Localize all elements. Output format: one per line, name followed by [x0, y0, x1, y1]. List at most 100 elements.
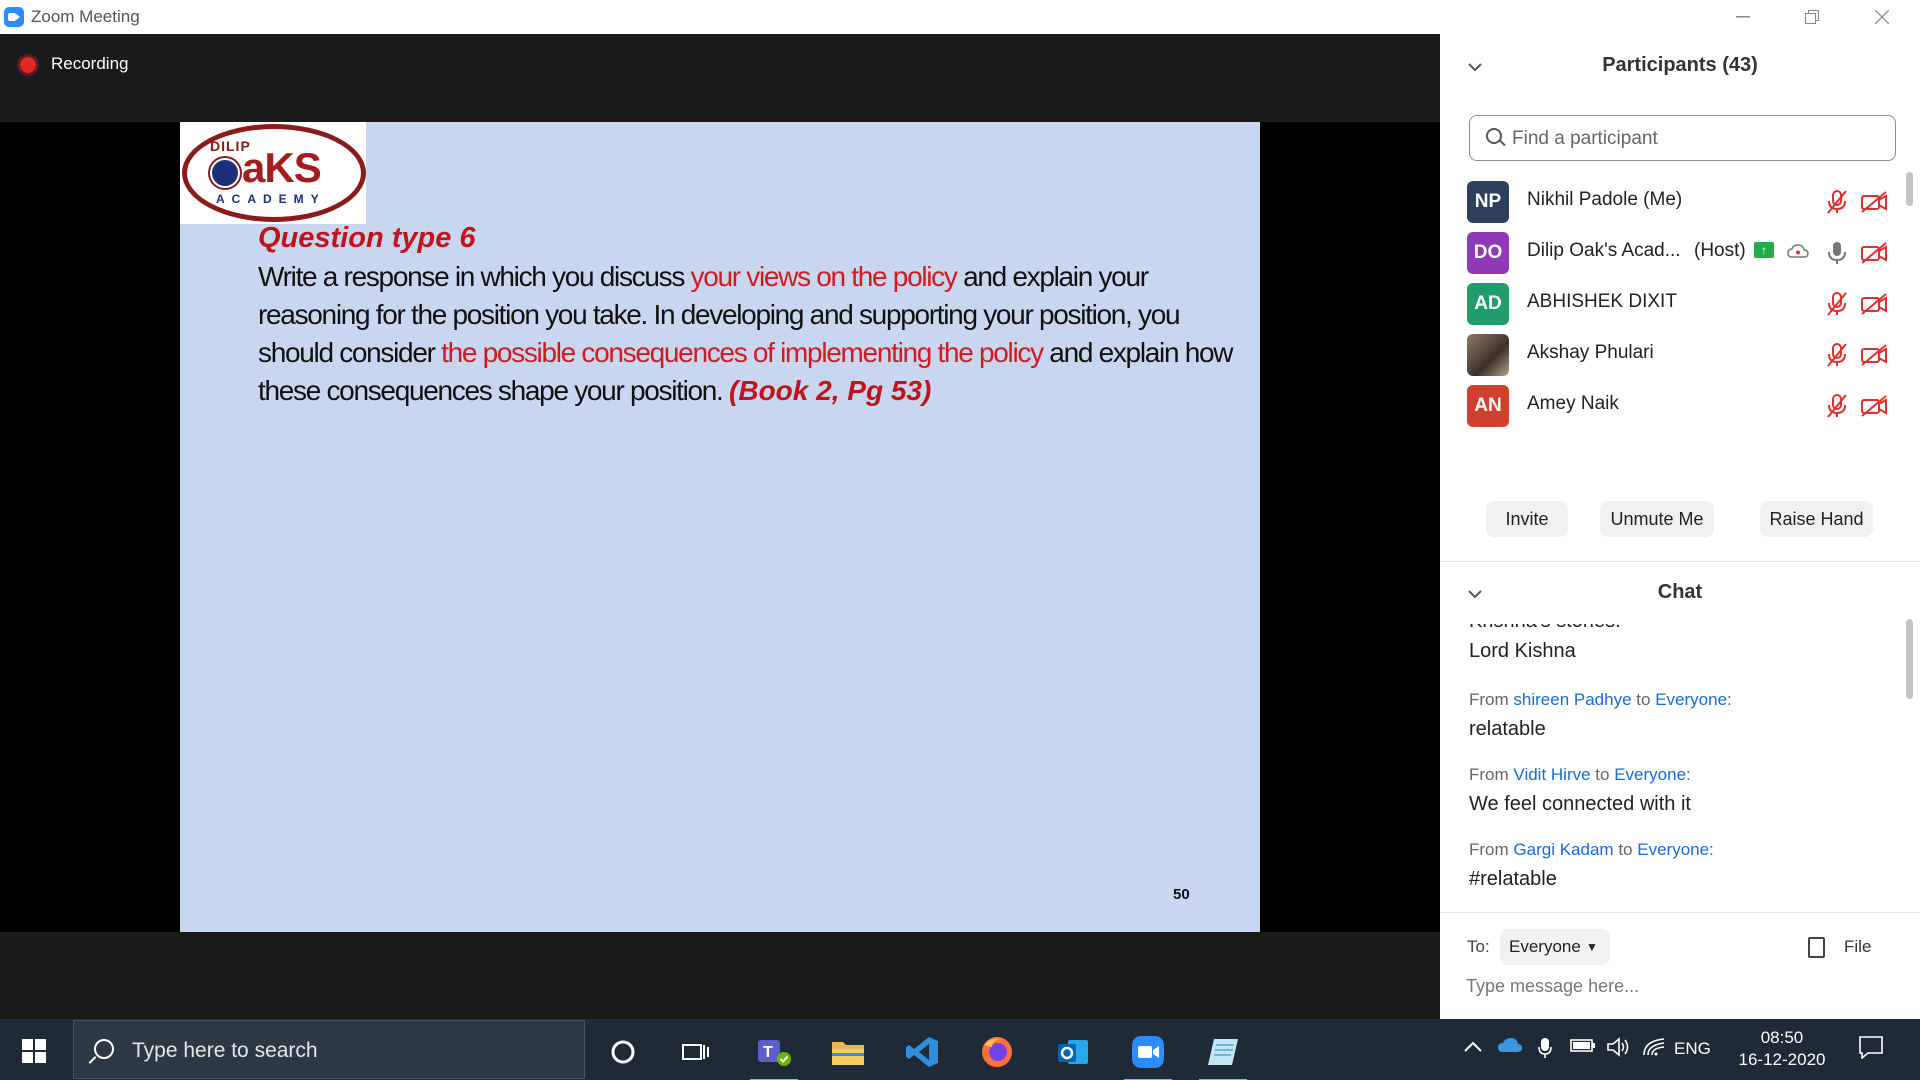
windows-logo-icon	[22, 1039, 33, 1050]
slide-question-title: Question type 6	[258, 222, 476, 254]
cortana-button[interactable]	[594, 1027, 652, 1077]
chat-recipient[interactable]: Everyone:	[1655, 690, 1732, 709]
mic-muted-icon[interactable]	[1826, 342, 1848, 368]
cortana-icon	[611, 1040, 635, 1064]
sharing-screen-icon: ↑	[1754, 242, 1774, 258]
host-badge: (Host)	[1694, 240, 1746, 261]
invite-button[interactable]: Invite	[1486, 501, 1568, 537]
avatar: DO	[1467, 232, 1509, 274]
onedrive-icon	[1498, 1038, 1522, 1052]
close-icon	[1875, 10, 1889, 24]
video-off-icon[interactable]	[1860, 242, 1888, 264]
vscode-button[interactable]	[893, 1027, 951, 1077]
chat-message-body: relatable	[1469, 718, 1546, 740]
avatar: NP	[1467, 181, 1509, 223]
recipient-value: Everyone	[1509, 937, 1581, 956]
action-center-button[interactable]	[1858, 1035, 1884, 1064]
notes-app-button[interactable]	[1194, 1027, 1252, 1080]
logo-oaks-text: aKS	[242, 144, 322, 191]
task-view-icon	[682, 1044, 709, 1060]
recording-label[interactable]: Recording	[51, 54, 129, 74]
chat-sender[interactable]: shireen Padhye	[1513, 690, 1631, 709]
chat-message: Lord Kishna	[1469, 640, 1889, 663]
unmute-me-button[interactable]: Unmute Me	[1600, 501, 1714, 537]
start-button[interactable]	[22, 1039, 46, 1063]
participant-list: NP Nikhil Padole (Me) DO Dilip Oak's Aca…	[1440, 171, 1910, 445]
shared-slide: DILIP aKS ACADEMY Question type 6 Write …	[180, 122, 1260, 932]
firefox-button[interactable]	[968, 1027, 1026, 1077]
slide-question-body: Write a response in which you discuss yo…	[258, 258, 1238, 410]
window-controls	[1440, 0, 1920, 34]
video-off-icon[interactable]	[1860, 344, 1888, 366]
body-segment: Write a response in which you discuss	[258, 261, 691, 292]
vscode-icon	[906, 1037, 938, 1067]
clock-time: 08:50	[1760, 1028, 1804, 1047]
participant-name: Nikhil Padole (Me)	[1527, 189, 1683, 210]
task-view-button[interactable]	[667, 1027, 725, 1077]
participants-header: Participants (43)	[1440, 48, 1920, 88]
chat-log: Krishna's stories. Lord Kishna From shir…	[1440, 624, 1910, 910]
recipient-select[interactable]: Everyone ▼	[1500, 929, 1610, 965]
chat-sender[interactable]: Vidit Hirve	[1513, 765, 1590, 784]
outlook-button[interactable]	[1044, 1027, 1102, 1077]
chat-message-meta: From Gargi Kadam to Everyone:	[1469, 840, 1889, 862]
body-segment-highlight: your views on the policy	[690, 261, 958, 292]
meeting-view: Recording DILIP aKS ACADEMY Question typ…	[0, 34, 1440, 1019]
participant-search-input[interactable]: Find a participant	[1469, 115, 1896, 161]
scrollbar-thumb[interactable]	[1906, 172, 1913, 206]
mic-muted-icon[interactable]	[1826, 189, 1848, 215]
chat-recipient[interactable]: Everyone:	[1614, 765, 1691, 784]
restore-button[interactable]	[1789, 0, 1835, 34]
input-language[interactable]: ENG	[1674, 1039, 1711, 1059]
zoom-app-button[interactable]	[1119, 1027, 1177, 1080]
show-hidden-icons-button[interactable]	[1464, 1037, 1482, 1058]
video-off-icon[interactable]	[1860, 395, 1888, 417]
wifi-button[interactable]	[1642, 1037, 1666, 1062]
mic-muted-icon[interactable]	[1826, 393, 1848, 419]
video-off-icon[interactable]	[1860, 293, 1888, 315]
video-off-icon[interactable]	[1860, 191, 1888, 213]
volume-button[interactable]	[1607, 1037, 1631, 1062]
chat-sender[interactable]: Gargi Kadam	[1513, 840, 1613, 859]
from-label: From	[1469, 840, 1509, 859]
search-icon	[1486, 128, 1502, 144]
taskbar-search-box[interactable]: Type here to search	[73, 1020, 585, 1079]
side-panel: Participants (43) Find a participant NP …	[1440, 34, 1920, 1019]
avatar-photo	[1467, 334, 1509, 376]
to-word: to	[1636, 690, 1651, 709]
chat-message-input[interactable]: Type message here...	[1466, 976, 1896, 1012]
avatar: AD	[1467, 283, 1509, 325]
system-clock[interactable]: 08:50 16-12-2020	[1734, 1027, 1830, 1071]
participant-name: Akshay Phulari	[1527, 342, 1654, 363]
onedrive-button[interactable]	[1497, 1037, 1523, 1058]
notes-icon	[1208, 1039, 1238, 1065]
chat-message-body: #relatable	[1469, 868, 1557, 890]
minimize-button[interactable]	[1720, 0, 1766, 34]
teams-app-button[interactable]: T	[745, 1027, 803, 1080]
microphone-tray-button[interactable]	[1538, 1037, 1552, 1064]
chat-scrollbar[interactable]	[1906, 619, 1913, 909]
file-button[interactable]: File	[1808, 929, 1898, 965]
mic-muted-icon[interactable]	[1826, 291, 1848, 317]
from-label: From	[1469, 690, 1509, 709]
file-explorer-button[interactable]	[819, 1027, 877, 1077]
close-button[interactable]	[1859, 0, 1905, 34]
raise-hand-button[interactable]: Raise Hand	[1760, 501, 1873, 537]
to-label: To:	[1467, 937, 1490, 956]
microphone-icon	[1538, 1038, 1552, 1058]
clock-date: 16-12-2020	[1738, 1050, 1826, 1069]
scrollbar-thumb[interactable]	[1906, 619, 1913, 699]
participant-row[interactable]: AN Amey Naik	[1440, 375, 1910, 437]
wifi-icon	[1643, 1038, 1665, 1056]
zoom-app-icon	[4, 7, 24, 27]
teams-icon: T	[758, 1040, 791, 1066]
body-segment-highlight: the possible consequences of implementin…	[441, 337, 1044, 368]
battery-button[interactable]	[1570, 1037, 1596, 1058]
search-icon	[94, 1039, 114, 1059]
mic-on-icon[interactable]	[1826, 240, 1848, 266]
recording-indicator-icon	[20, 57, 36, 73]
zoom-icon	[1132, 1036, 1164, 1068]
participant-scrollbar[interactable]	[1906, 172, 1913, 444]
chat-recipient[interactable]: Everyone:	[1637, 840, 1714, 859]
chevron-down-icon: ▼	[1586, 940, 1598, 954]
